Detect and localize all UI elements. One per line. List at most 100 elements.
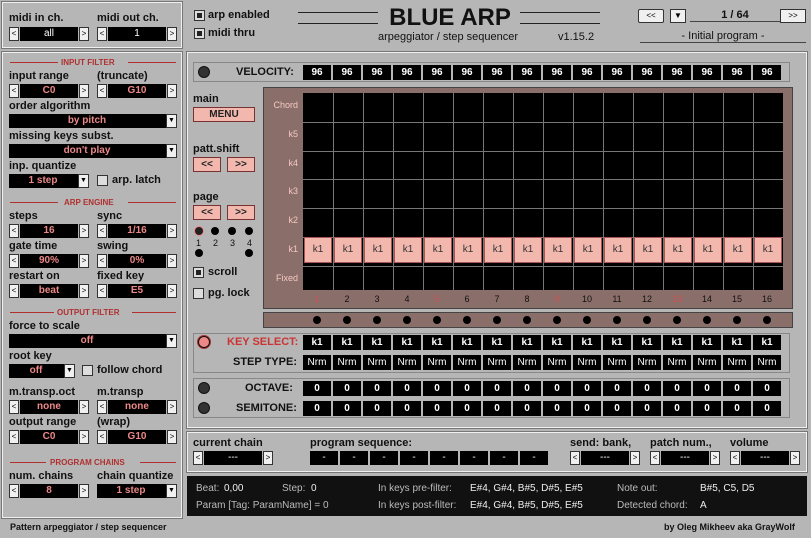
step-type-cell[interactable]: Nrm xyxy=(423,355,451,370)
right-arrow-icon[interactable]: > xyxy=(167,284,177,298)
note-block[interactable]: k1 xyxy=(694,237,722,263)
right-arrow-icon[interactable]: > xyxy=(167,430,177,444)
key-select-cell[interactable]: k1 xyxy=(543,335,571,350)
octave-cell[interactable]: 0 xyxy=(603,381,631,396)
gate-control[interactable]: <90% > xyxy=(9,254,89,268)
midi-out-control[interactable]: <1 > xyxy=(97,27,177,41)
scale-dropdown[interactable]: off ▼ xyxy=(9,334,177,348)
velocity-led[interactable] xyxy=(198,66,210,78)
key-select-cell[interactable]: k1 xyxy=(693,335,721,350)
step-type-cell[interactable]: Nrm xyxy=(603,355,631,370)
right-arrow-icon[interactable]: > xyxy=(79,284,89,298)
current-chain-control[interactable]: < --- > xyxy=(193,451,273,465)
patt-shift-left-button[interactable]: << xyxy=(193,157,221,172)
mtransp-control[interactable]: < none > xyxy=(97,400,177,414)
note-block[interactable]: k1 xyxy=(544,237,572,263)
key-select-cell[interactable]: k1 xyxy=(723,335,751,350)
velocity-cell[interactable]: 96 xyxy=(753,65,781,80)
right-arrow-icon[interactable]: > xyxy=(79,254,89,268)
right-arrow-icon[interactable]: > xyxy=(79,430,89,444)
semitone-cell[interactable]: 0 xyxy=(603,401,631,416)
key-select-cell[interactable]: k1 xyxy=(603,335,631,350)
right-arrow-icon[interactable]: > xyxy=(79,224,89,238)
scroll-checkbox[interactable] xyxy=(193,267,204,278)
octave-cell[interactable]: 0 xyxy=(453,381,481,396)
right-arrow-icon[interactable]: > xyxy=(167,27,177,41)
semitone-cell[interactable]: 0 xyxy=(453,401,481,416)
octave-cell[interactable]: 0 xyxy=(723,381,751,396)
note-block[interactable]: k1 xyxy=(304,237,332,263)
velocity-cell[interactable]: 96 xyxy=(633,65,661,80)
step-type-cell[interactable]: Nrm xyxy=(393,355,421,370)
program-name[interactable]: - Initial program - xyxy=(640,30,806,43)
page-dot-2[interactable] xyxy=(211,227,219,235)
program-dropdown-button[interactable]: ▼ xyxy=(670,9,686,23)
left-arrow-icon[interactable]: < xyxy=(9,284,19,298)
steps-control[interactable]: <16 > xyxy=(9,224,89,238)
order-dropdown[interactable]: by pitch ▼ xyxy=(9,114,177,128)
octave-cell[interactable]: 0 xyxy=(513,381,541,396)
right-arrow-icon[interactable]: > xyxy=(167,224,177,238)
program-prev-button[interactable]: << xyxy=(638,9,664,23)
restart-control[interactable]: < beat > xyxy=(9,284,89,298)
sequence-slot[interactable]: - xyxy=(490,451,518,465)
note-block[interactable]: k1 xyxy=(334,237,362,263)
right-arrow-icon[interactable]: > xyxy=(710,451,720,465)
page-next-button[interactable]: >> xyxy=(227,205,255,220)
key-select-cell[interactable]: k1 xyxy=(453,335,481,350)
right-arrow-icon[interactable]: > xyxy=(263,451,273,465)
menu-button[interactable]: MENU xyxy=(193,107,255,122)
note-block[interactable]: k1 xyxy=(574,237,602,263)
semitone-cell[interactable]: 0 xyxy=(573,401,601,416)
key-select-cell[interactable]: k1 xyxy=(333,335,361,350)
velocity-cell[interactable]: 96 xyxy=(303,65,331,80)
semitone-cell[interactable]: 0 xyxy=(543,401,571,416)
left-arrow-icon[interactable]: < xyxy=(97,254,107,268)
step-type-cell[interactable]: Nrm xyxy=(693,355,721,370)
sequence-slot[interactable]: - xyxy=(370,451,398,465)
step-type-cell[interactable]: Nrm xyxy=(663,355,691,370)
bank-control[interactable]: < --- > xyxy=(570,451,640,465)
root-key-dropdown[interactable]: off ▼ xyxy=(9,364,75,378)
right-arrow-icon[interactable]: > xyxy=(79,484,89,498)
sequence-slot[interactable]: - xyxy=(520,451,548,465)
left-arrow-icon[interactable]: < xyxy=(97,27,107,41)
left-arrow-icon[interactable]: < xyxy=(9,484,19,498)
velocity-cell[interactable]: 96 xyxy=(663,65,691,80)
right-arrow-icon[interactable]: > xyxy=(790,451,800,465)
right-arrow-icon[interactable]: > xyxy=(79,84,89,98)
left-arrow-icon[interactable]: < xyxy=(650,451,660,465)
step-type-cell[interactable]: Nrm xyxy=(753,355,781,370)
step-type-cell[interactable]: Nrm xyxy=(633,355,661,370)
page-dot-1[interactable] xyxy=(195,227,203,235)
octave-cell[interactable]: 0 xyxy=(753,381,781,396)
left-arrow-icon[interactable]: < xyxy=(730,451,740,465)
key-select-cell[interactable]: k1 xyxy=(633,335,661,350)
num-chains-control[interactable]: <8 > xyxy=(9,484,89,498)
velocity-cell[interactable]: 96 xyxy=(723,65,751,80)
key-select-cell[interactable]: k1 xyxy=(363,335,391,350)
velocity-cell[interactable]: 96 xyxy=(363,65,391,80)
velocity-cell[interactable]: 96 xyxy=(543,65,571,80)
key-select-cell[interactable]: k1 xyxy=(423,335,451,350)
octave-cell[interactable]: 0 xyxy=(633,381,661,396)
page-prev-button[interactable]: << xyxy=(193,205,221,220)
sequence-slot[interactable]: - xyxy=(460,451,488,465)
semitone-cell[interactable]: 0 xyxy=(363,401,391,416)
mtransp-oct-control[interactable]: < none > xyxy=(9,400,89,414)
sequence-slot[interactable]: - xyxy=(340,451,368,465)
note-block[interactable]: k1 xyxy=(604,237,632,263)
left-arrow-icon[interactable]: < xyxy=(9,27,19,41)
key-select-cell[interactable]: k1 xyxy=(663,335,691,350)
step-type-cell[interactable]: Nrm xyxy=(363,355,391,370)
key-select-cell[interactable]: k1 xyxy=(753,335,781,350)
semitone-cell[interactable]: 0 xyxy=(393,401,421,416)
left-arrow-icon[interactable]: < xyxy=(9,254,19,268)
arp-latch-checkbox[interactable] xyxy=(97,175,108,186)
step-type-cell[interactable]: Nrm xyxy=(303,355,331,370)
note-block[interactable]: k1 xyxy=(634,237,662,263)
left-arrow-icon[interactable]: < xyxy=(9,430,19,444)
semitone-led[interactable] xyxy=(198,402,210,414)
key-select-cell[interactable]: k1 xyxy=(573,335,601,350)
left-arrow-icon[interactable]: < xyxy=(9,224,19,238)
